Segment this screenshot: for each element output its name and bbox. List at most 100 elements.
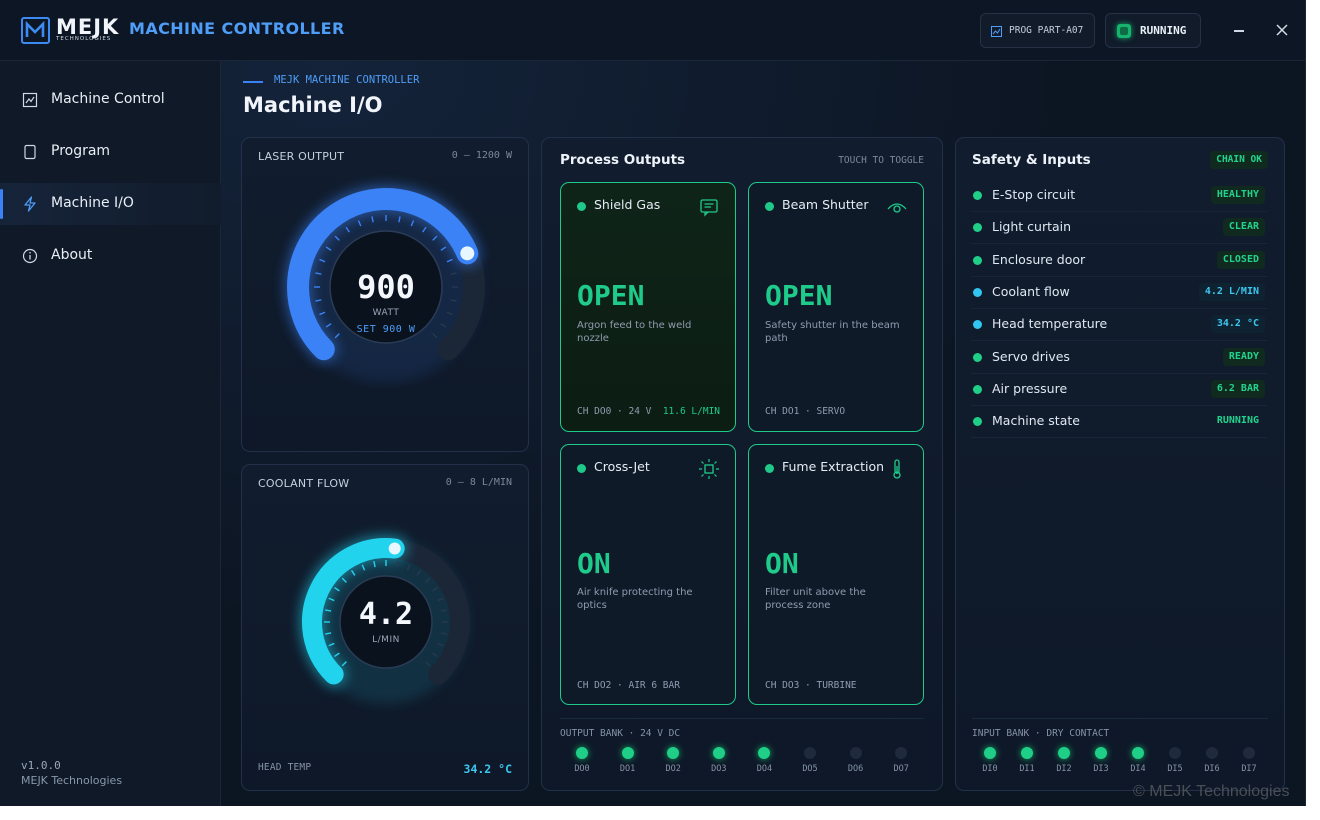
io-led-label: DO5 <box>802 764 818 774</box>
io-led-label: DI3 <box>1093 764 1109 774</box>
io-led-label: DO7 <box>893 764 909 774</box>
safety-row: Enclosure door CLOSED <box>971 245 1267 277</box>
lightning-icon <box>24 196 36 212</box>
status-dot <box>973 223 982 233</box>
head-temp-label: HEAD TEMP <box>258 762 312 773</box>
safety-row-value: 34.2 °C <box>1210 315 1265 334</box>
output-state: ON <box>765 547 799 580</box>
process-outputs-title: Process Outputs <box>560 152 686 168</box>
io-led <box>984 747 996 759</box>
document-icon <box>24 144 36 160</box>
io-led <box>895 747 908 759</box>
title-bar: MEJK TECHNOLOGIES MACHINE CONTROLLER PRO… <box>0 0 1305 61</box>
sidebar-item-label: Machine Control <box>51 91 165 107</box>
coolant-flow-card: COOLANT FLOW 0 — 8 L/MIN 4.2 L/MIN HEAD … <box>241 464 529 791</box>
output-name: Fume Extraction <box>782 459 885 474</box>
divider <box>560 718 924 719</box>
output-channel: CH DO2 · AIR 6 BAR <box>577 680 680 691</box>
safety-row-value: 4.2 L/MIN <box>1198 282 1265 301</box>
output-channel: CH DO0 · 24 V 11.6 L/MIN <box>577 406 721 417</box>
io-led-label: DO0 <box>574 764 590 774</box>
coolant-unit: L/MIN <box>372 635 400 645</box>
laser-setpoint: SET 900 W <box>356 324 416 335</box>
safety-row-value: CLEAR <box>1222 218 1265 237</box>
safety-row-label: Head temperature <box>992 316 1108 332</box>
io-led-label: DO4 <box>756 764 773 774</box>
output-tile-beam-shutter[interactable]: Beam Shutter OPEN Safety shutter in the … <box>748 182 924 432</box>
sidebar-item-about[interactable]: About <box>0 235 221 277</box>
output-description: Filter unit above the process zone <box>765 587 866 611</box>
io-led <box>849 747 862 759</box>
io-led <box>1169 747 1181 759</box>
input-bank-label: INPUT BANK · DRY CONTACT <box>972 728 1110 739</box>
safety-title: Safety & Inputs <box>972 152 1091 168</box>
status-dot <box>973 255 982 265</box>
safety-row: Servo drives READY <box>971 342 1267 374</box>
company-label: MEJK Technologies <box>21 774 123 787</box>
minimize-button[interactable] <box>1228 22 1250 40</box>
io-led-label: DO3 <box>711 764 727 774</box>
toggle-hint: TOUCH TO TOGGLE <box>838 155 924 166</box>
safety-row-value: CLOSED <box>1216 250 1265 269</box>
safety-row-value: RUNNING <box>1216 415 1259 427</box>
io-led-label: DI6 <box>1204 764 1220 774</box>
io-led-label: DO6 <box>847 764 864 774</box>
logo: MEJK TECHNOLOGIES <box>21 15 118 45</box>
io-led-label: DI1 <box>1019 764 1035 774</box>
io-led <box>576 747 588 759</box>
version-label: v1.0.0 <box>21 759 61 772</box>
status-chip[interactable]: RUNNING <box>1105 13 1201 48</box>
safety-row: Machine state RUNNING <box>971 406 1267 439</box>
copyright-watermark: © MEJK Technologies <box>1133 783 1290 800</box>
output-state: OPEN <box>765 279 833 312</box>
io-led-label: DI5 <box>1167 764 1183 774</box>
io-led <box>1058 747 1070 759</box>
program-chip-label: PROG PART-A07 <box>1009 25 1084 36</box>
status-dot <box>973 287 982 297</box>
output-tile-cross-jet[interactable]: Cross-Jet ON Air knife protecting the op… <box>560 444 736 705</box>
safety-row-label: Air pressure <box>992 380 1068 396</box>
logo-subtext: TECHNOLOGIES <box>56 36 112 42</box>
sun-icon <box>699 459 719 479</box>
io-led <box>1132 747 1144 759</box>
sidebar-item-machine-io[interactable]: Machine I/O <box>0 183 221 225</box>
output-name: Beam Shutter <box>782 197 869 212</box>
safety-row: Light curtain CLEAR <box>971 212 1267 245</box>
eye-icon <box>887 203 907 213</box>
sidebar-item-machine-control[interactable]: Machine Control <box>0 79 221 121</box>
status-indicator-icon <box>1117 24 1131 38</box>
safety-row: Air pressure 6.2 BAR <box>971 374 1267 406</box>
status-dot <box>973 320 982 330</box>
chain-status-badge: CHAIN OK <box>1210 151 1268 169</box>
safety-row-label: Coolant flow <box>992 283 1070 299</box>
status-dot <box>765 202 774 211</box>
safety-row-value: 6.2 BAR <box>1210 379 1265 398</box>
breadcrumb: MEJK MACHINE CONTROLLER <box>274 74 420 86</box>
output-bank-label: OUTPUT BANK · 24 V DC <box>560 728 681 739</box>
safety-row-value: READY <box>1222 347 1265 366</box>
safety-row: Head temperature 34.2 °C <box>971 309 1267 342</box>
chart-icon <box>22 92 38 108</box>
sidebar-item-program[interactable]: Program <box>0 131 221 173</box>
output-channel: CH DO1 · SERVO <box>765 406 846 417</box>
output-description: Safety shutter in the beam path <box>765 320 900 344</box>
program-chip[interactable]: PROG PART-A07 <box>980 13 1095 48</box>
output-name: Shield Gas <box>594 197 661 212</box>
io-led-label: DI0 <box>982 764 998 774</box>
status-dot <box>765 464 774 473</box>
io-led <box>804 747 816 759</box>
io-led <box>667 747 680 759</box>
io-led <box>1095 747 1107 759</box>
close-button[interactable] <box>1271 19 1293 41</box>
output-tile-fume-extraction[interactable]: Fume Extraction ON Filter unit above the… <box>748 444 924 705</box>
safety-row-label: Light curtain <box>992 219 1072 235</box>
sidebar: Machine Control Program Machine I/O Abou… <box>0 61 221 806</box>
status-dot <box>577 464 586 473</box>
io-led <box>712 747 725 759</box>
io-led <box>1206 747 1218 759</box>
sidebar-item-label: About <box>51 247 93 263</box>
output-tile-shield-gas[interactable]: Shield Gas OPEN Argon feed to the weld n… <box>560 182 736 432</box>
safety-row: E-Stop circuit HEALTHY <box>971 180 1267 212</box>
breadcrumb-accent <box>243 81 263 83</box>
status-dot <box>973 352 982 362</box>
